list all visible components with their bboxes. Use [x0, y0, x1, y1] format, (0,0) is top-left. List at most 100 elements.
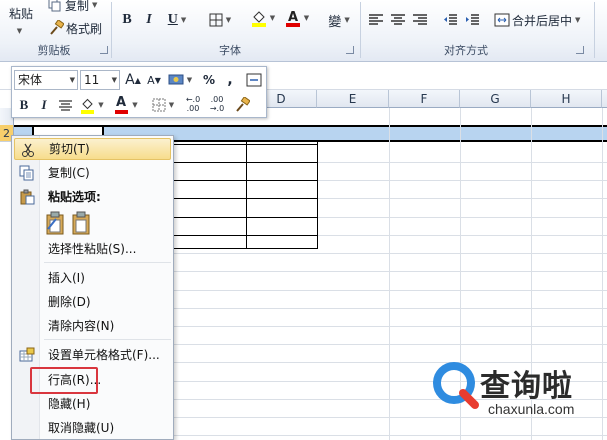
- paste-button[interactable]: 粘贴: [2, 2, 40, 24]
- column-label: H: [561, 92, 571, 106]
- menu-item-delete[interactable]: 删除(D): [14, 291, 171, 313]
- clipboard-icon: [72, 211, 90, 235]
- paste-option-button[interactable]: [44, 211, 66, 235]
- borders-icon: [152, 98, 166, 112]
- underline-label: U: [167, 12, 178, 27]
- percent-button[interactable]: %: [200, 70, 218, 90]
- menu-item-format-cells[interactable]: 设置单元格格式(F)...: [14, 344, 171, 366]
- menu-item-hide[interactable]: 隐藏(H): [14, 393, 171, 415]
- format-painter-button[interactable]: [232, 95, 252, 115]
- menu-item-copy[interactable]: 复制(C): [14, 162, 171, 184]
- gridline: [389, 108, 390, 440]
- underline-button[interactable]: U ▼: [162, 10, 192, 30]
- menu-item-label: 清除内容(N): [48, 319, 115, 333]
- fill-color-button[interactable]: ▼: [248, 8, 278, 28]
- increase-decimal-icon: ←.0: [185, 95, 201, 104]
- italic-label: I: [146, 12, 152, 27]
- menu-item-label: 复制(C): [48, 166, 90, 180]
- column-header-i[interactable]: [602, 90, 607, 108]
- merge-cells-button[interactable]: [244, 70, 264, 90]
- decrease-indent-icon: [444, 14, 457, 25]
- chevron-down-icon: ▼: [98, 101, 104, 109]
- format-painter-button[interactable]: 格式刷: [48, 18, 106, 38]
- copy-label: 复制: [65, 0, 90, 13]
- menu-item-paste-special[interactable]: 选择性粘贴(S)...: [14, 238, 171, 260]
- caret-up-icon: ▲: [134, 75, 141, 85]
- font-launcher-icon[interactable]: [346, 46, 354, 54]
- italic-button[interactable]: I: [140, 10, 158, 30]
- increase-decimal-button[interactable]: ←.0.00: [182, 94, 204, 114]
- column-header-f[interactable]: F: [389, 90, 460, 108]
- grow-font-label: A: [125, 72, 135, 88]
- increase-decimal-icon-b: .00: [186, 104, 200, 113]
- increase-indent-button[interactable]: [462, 10, 482, 30]
- column-label: F: [420, 92, 428, 106]
- alignment-group-label: 对齐方式: [444, 44, 488, 57]
- borders-button[interactable]: ▼: [204, 10, 236, 30]
- decrease-decimal-icon: .00: [210, 95, 224, 104]
- chevron-down-icon: ▼: [132, 101, 138, 109]
- column-header-g[interactable]: G: [460, 90, 531, 108]
- column-label: D: [276, 92, 286, 106]
- phonetic-label: 變: [328, 14, 342, 30]
- italic-button[interactable]: I: [36, 95, 52, 115]
- column-header-e[interactable]: E: [317, 90, 389, 108]
- bold-label: B: [19, 97, 29, 112]
- bold-button[interactable]: B: [118, 10, 136, 30]
- column-header-h[interactable]: H: [531, 90, 602, 108]
- bold-button[interactable]: B: [16, 95, 32, 115]
- align-left-button[interactable]: [366, 10, 386, 30]
- copy-button[interactable]: 复制 ▼: [48, 0, 106, 14]
- table-border: [246, 142, 247, 249]
- font-color-button[interactable]: A ▼: [282, 8, 312, 28]
- paste-values-button[interactable]: [70, 211, 92, 235]
- chevron-down-icon: ▼: [180, 16, 187, 24]
- increase-indent-icon: [466, 14, 479, 25]
- merge-center-button[interactable]: 合并后居中 ▼: [494, 10, 590, 30]
- menu-separator: [44, 262, 171, 263]
- copy-icon: [48, 0, 61, 12]
- menu-item-label: 隐藏(H): [48, 397, 91, 411]
- grow-font-button[interactable]: A ▲: [124, 70, 142, 90]
- alignment-launcher-icon[interactable]: [576, 46, 584, 54]
- merge-center-label: 合并后居中: [512, 13, 573, 28]
- menu-item-paste-options: 粘贴选项:: [14, 186, 171, 208]
- format-painter-label: 格式刷: [66, 21, 103, 36]
- accounting-format-button[interactable]: ▼: [166, 70, 194, 90]
- center-align-button[interactable]: [56, 95, 74, 115]
- chevron-down-icon: ▼: [344, 16, 350, 24]
- decrease-indent-button[interactable]: [440, 10, 460, 30]
- chevron-down-icon: ▼: [575, 16, 581, 24]
- font-name-combo[interactable]: 宋体 ▼: [14, 70, 78, 90]
- mini-toolbar: 宋体 ▼ 11 ▼ A ▲ A ▼ ▼ % , B I ▼ A ▼ ▼ ←.0 …: [11, 66, 267, 118]
- align-right-button[interactable]: [410, 10, 430, 30]
- chevron-down-icon: ▼: [269, 14, 276, 22]
- phonetic-button[interactable]: 變 ▼: [322, 10, 356, 30]
- column-label: E: [348, 92, 357, 106]
- decrease-decimal-button[interactable]: .00 →.0: [206, 94, 228, 114]
- font-size-combo[interactable]: 11 ▼: [80, 70, 120, 90]
- clipboard-launcher-icon[interactable]: [100, 46, 108, 54]
- font-color-button[interactable]: A ▼: [112, 95, 140, 115]
- merge-cells-icon: [246, 73, 262, 87]
- align-center-icon: [391, 14, 405, 25]
- menu-item-label: 选择性粘贴(S)...: [48, 242, 137, 256]
- menu-item-cut[interactable]: 剪切(T): [14, 138, 171, 160]
- annotation-highlight-box: [30, 367, 98, 394]
- align-center-button[interactable]: [388, 10, 408, 30]
- menu-item-unhide[interactable]: 取消隐藏(U): [14, 417, 171, 439]
- paste-dropdown[interactable]: ▼: [8, 24, 28, 38]
- menu-item-insert[interactable]: 插入(I): [14, 267, 171, 289]
- clipboard-icon: [20, 189, 35, 205]
- menu-item-clear-contents[interactable]: 清除内容(N): [14, 315, 171, 337]
- format-painter-icon: [50, 20, 64, 35]
- shrink-font-button[interactable]: A ▼: [145, 70, 163, 90]
- borders-icon: [209, 13, 223, 27]
- comma-label: ,: [227, 72, 233, 88]
- bold-label: B: [122, 12, 132, 27]
- menu-item-label: 设置单元格格式(F)...: [48, 348, 160, 362]
- fill-color-icon: [251, 11, 266, 27]
- fill-color-button[interactable]: ▼: [78, 95, 106, 115]
- borders-button[interactable]: ▼: [148, 95, 178, 115]
- comma-button[interactable]: ,: [222, 70, 238, 90]
